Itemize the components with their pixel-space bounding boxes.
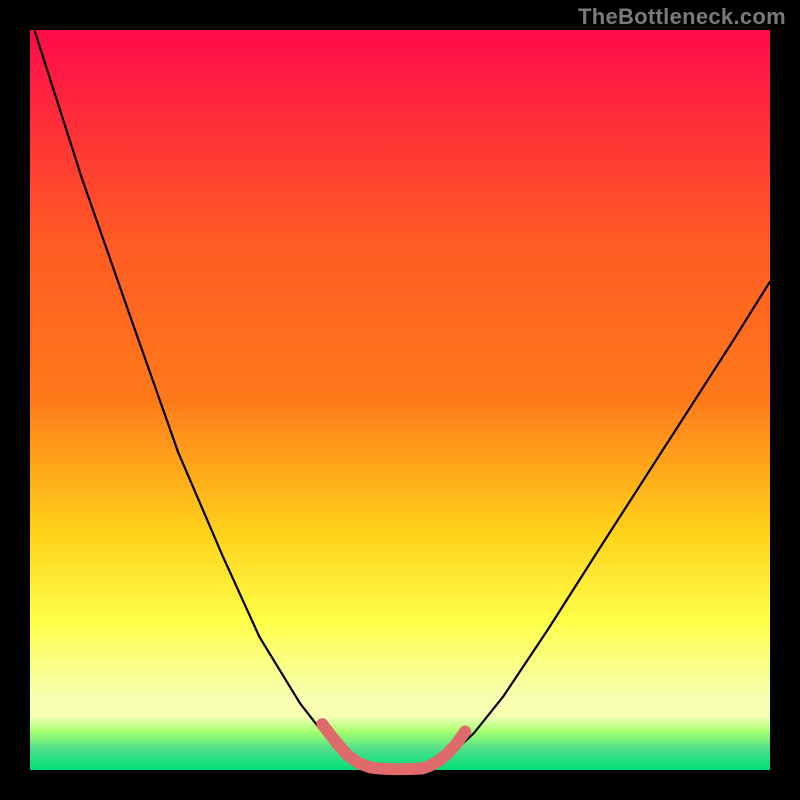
series-bottleneck-highlight-bottom	[382, 768, 423, 769]
green-band	[30, 718, 770, 770]
chart-stage: TheBottleneck.com	[0, 0, 800, 800]
gradient-background	[30, 30, 770, 770]
chart-svg	[0, 0, 800, 800]
watermark-text: TheBottleneck.com	[578, 4, 786, 30]
